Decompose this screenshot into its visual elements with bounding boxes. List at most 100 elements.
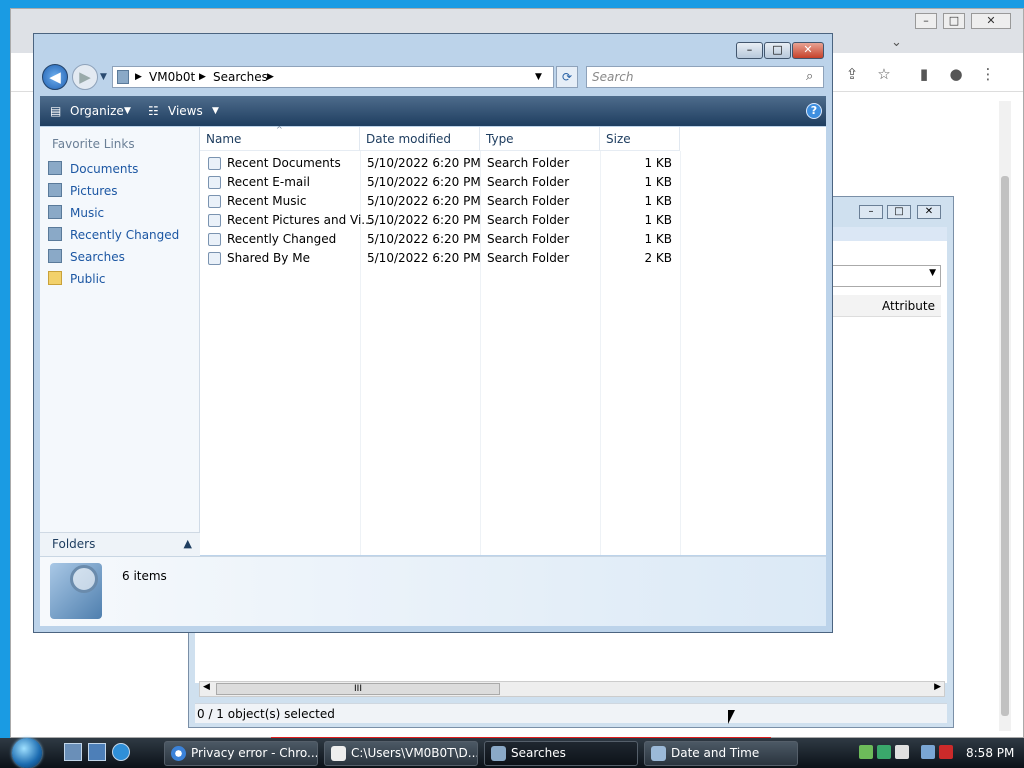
taskbar-button-searches[interactable]: Searches [484,741,638,766]
maximize-button[interactable]: □ [764,42,791,59]
file-row[interactable]: Shared By Me 5/10/2022 6:20 PM Search Fold… [200,249,680,268]
dialog-horizontal-scrollbar[interactable]: ◀ III ▶ [199,681,945,697]
dialog-status-text: 0 / 1 object(s) selected [195,703,947,723]
7zip-icon [331,746,346,761]
search-input[interactable]: Search [586,66,824,88]
taskbar-button-7zip[interactable]: C:\Users\VM0B0T\D... [324,741,478,766]
dialog-maximize-button[interactable]: □ [887,205,911,219]
tray-app-icon[interactable] [859,745,873,759]
menu-icon[interactable]: ⋮ [977,63,999,85]
recent-pages-chevron-icon[interactable]: ▼ [100,72,107,82]
dialog-scroll-thumb[interactable]: III [216,683,500,695]
nav-link-documents[interactable]: Documents [48,159,138,179]
scroll-right-icon[interactable]: ▶ [934,682,941,692]
volume-muted-icon[interactable] [939,745,953,759]
tray-app-icon[interactable] [877,745,891,759]
help-icon[interactable]: ? [806,103,822,119]
details-pane: 6 items [40,556,826,626]
organize-dropdown-icon[interactable]: ▼ [124,103,131,119]
browser-close-button[interactable]: ✕ [971,13,1011,29]
searches-icon [48,249,62,263]
search-icon[interactable]: ⌕ [806,69,813,84]
breadcrumb-chevron-icon[interactable]: ▶ [135,67,142,87]
views-button[interactable]: Views [168,103,203,119]
tab-search-chevron-icon[interactable]: ⌄ [891,35,902,50]
file-name: Recent Music [227,194,307,208]
minimize-button[interactable]: – [736,42,763,59]
file-row[interactable]: Recently Changed 5/10/2022 6:20 PM Search … [200,230,680,249]
file-size: 2 KB [644,251,672,265]
dialog-dropdown[interactable]: ▼ [829,265,941,287]
item-count: 6 items [122,569,167,583]
dialog-close-button[interactable]: ✕ [917,205,941,219]
search-folder-icon [208,176,221,189]
taskbar-button-date-time[interactable]: Date and Time [644,741,798,766]
file-type: Search Folder [487,251,570,265]
sort-ascending-icon: ^ [276,125,283,134]
start-button[interactable] [8,738,48,768]
search-folder-icon [208,195,221,208]
nav-link-label: Recently Changed [70,228,180,242]
refresh-icon[interactable]: ⟳ [556,66,578,88]
file-list: Name ^ Date modified Type Size Recent Do… [200,125,826,555]
file-size: 1 KB [644,194,672,208]
views-dropdown-icon[interactable]: ▼ [212,103,219,119]
nav-link-public[interactable]: Public [48,269,106,289]
side-panel-icon[interactable]: ▮ [913,63,935,85]
column-separator [680,151,681,555]
back-arrow-icon[interactable]: ◀ [42,64,68,90]
column-header-type[interactable]: Type [480,127,600,151]
file-row[interactable]: Recent Documents 5/10/2022 6:20 PM Search … [200,154,680,173]
column-header-date[interactable]: Date modified [360,127,480,151]
address-bar[interactable]: ▶ VM0b0t ▶ Searches ▶ ▼ [112,66,554,88]
nav-link-pictures[interactable]: Pictures [48,181,118,201]
share-icon[interactable]: ⇪ [841,63,863,85]
clock[interactable]: 8:58 PM [966,746,1014,760]
organize-button[interactable]: Organize [70,103,124,119]
close-button[interactable]: ✕ [792,42,824,59]
nav-link-recently-changed[interactable]: Recently Changed [48,225,179,245]
bookmark-star-icon[interactable]: ☆ [873,63,895,85]
attribute-column-header[interactable]: Attribute [829,295,941,317]
dialog-minimize-button[interactable]: – [859,205,883,219]
forward-arrow-icon[interactable]: ▶ [72,64,98,90]
profile-icon[interactable]: ● [945,63,967,85]
browser-maximize-button[interactable]: □ [943,13,965,29]
search-folder-icon [208,214,221,227]
breadcrumb-current[interactable]: Searches [213,67,268,87]
favorite-links-header: Favorite Links [52,137,135,151]
show-desktop-icon[interactable] [64,743,82,761]
file-date: 5/10/2022 6:20 PM [367,232,481,246]
breadcrumb-root[interactable]: VM0b0t [149,67,195,87]
nav-link-searches[interactable]: Searches [48,247,125,267]
nav-link-music[interactable]: Music [48,203,104,223]
scroll-left-icon[interactable]: ◀ [203,682,210,692]
column-header-size[interactable]: Size [600,127,680,151]
navigation-pane: Favorite Links Documents Pictures Music … [40,127,200,555]
file-type: Search Folder [487,213,570,227]
search-folder-icon [208,233,221,246]
address-dropdown-icon[interactable]: ▼ [535,67,542,87]
browser-scrollbar-thumb[interactable] [1001,176,1009,716]
file-row[interactable]: Recent Music 5/10/2022 6:20 PM Search Fold… [200,192,680,211]
folders-toggle[interactable]: Folders ▲ [40,532,200,556]
file-row[interactable]: Recent E-mail 5/10/2022 6:20 PM Search Fol… [200,173,680,192]
file-row[interactable]: Recent Pictures and Vi... 5/10/2022 6:20 … [200,211,680,230]
browser-minimize-button[interactable]: – [915,13,937,29]
switch-windows-icon[interactable] [88,743,106,761]
tray-app-icon[interactable] [895,745,909,759]
internet-explorer-icon[interactable] [112,743,130,761]
magnifier-icon [70,565,98,593]
taskbar-button-label: Searches [511,746,566,760]
dropdown-arrow-icon: ▼ [929,268,936,278]
breadcrumb-chevron-icon[interactable]: ▶ [267,67,274,87]
taskbar-button-chrome[interactable]: Privacy error - Chro... [164,741,318,766]
file-date: 5/10/2022 6:20 PM [367,251,481,265]
network-icon[interactable] [921,745,935,759]
file-date: 5/10/2022 6:20 PM [367,175,481,189]
taskbar-button-label: C:\Users\VM0B0T\D... [351,746,478,760]
chrome-icon [171,746,186,761]
browser-scrollbar[interactable] [999,101,1011,731]
breadcrumb-chevron-icon[interactable]: ▶ [199,67,206,87]
file-name: Recent Documents [227,156,341,170]
